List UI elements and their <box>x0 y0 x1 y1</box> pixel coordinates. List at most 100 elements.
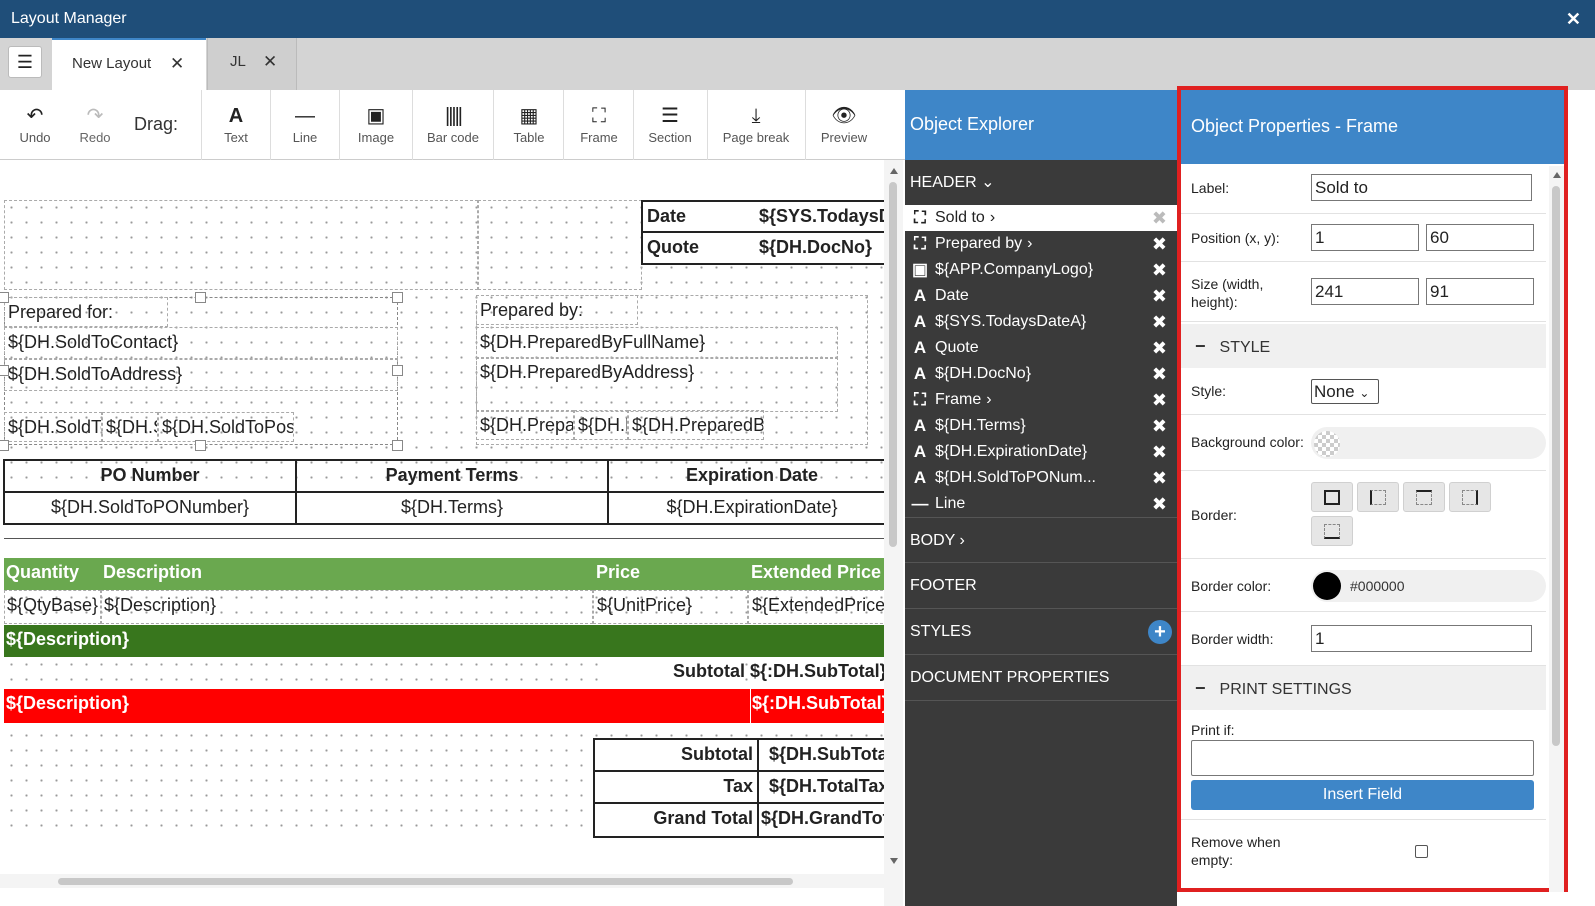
delete-icon[interactable]: ✖ <box>1152 231 1167 257</box>
explorer-item[interactable]: ▣ ${APP.CompanyLogo} ✖ <box>905 257 1177 283</box>
explorer-item[interactable]: A ${DH.ExpirationDate} ✖ <box>905 439 1177 465</box>
sum-subtotal-label[interactable]: Subtotal <box>593 738 759 772</box>
subtotal-label[interactable]: Subtotal <box>600 657 745 689</box>
delete-icon[interactable]: ✖ <box>1152 309 1167 335</box>
explorer-item[interactable]: ⛶ Frame › ✖ <box>905 387 1177 413</box>
tab-new-layout[interactable]: New Layout ✕ <box>52 38 206 90</box>
sum-grand-value[interactable]: ${DH.GrandTotal} <box>757 802 897 838</box>
text-tool[interactable]: A Text <box>202 90 270 160</box>
sold-contact-field[interactable]: ${DH.SoldToContact} <box>4 327 398 359</box>
delete-icon[interactable]: ✖ <box>1152 257 1167 283</box>
delete-icon[interactable]: ✖ <box>1152 465 1167 491</box>
size-height-input[interactable]: 91 <box>1426 278 1534 305</box>
tab-close-icon[interactable]: ✕ <box>170 40 184 88</box>
date-label[interactable]: Date <box>641 200 757 233</box>
sum-subtotal-value[interactable]: ${DH.SubTotal} <box>757 738 897 772</box>
delete-icon[interactable]: ✖ <box>1152 387 1167 413</box>
undo-button[interactable]: ↶ Undo <box>10 90 60 160</box>
remove-when-empty-checkbox[interactable] <box>1415 845 1428 858</box>
horizontal-scroll-thumb[interactable] <box>58 878 793 885</box>
red-subtotal-value[interactable]: ${:DH.SubTotal} <box>750 689 890 723</box>
delete-icon[interactable]: ✖ <box>1152 205 1167 231</box>
explorer-item[interactable]: A ${DH.Terms} ✖ <box>905 413 1177 439</box>
prep-city-field[interactable]: ${DH.PreparedByCity} <box>476 410 574 440</box>
border-bottom-button[interactable] <box>1311 516 1353 546</box>
qty-value[interactable]: ${QtyBase} <box>4 590 101 624</box>
logo-frame[interactable] <box>4 200 478 290</box>
sold-city-field[interactable]: ${DH.SoldToCity} <box>4 412 102 442</box>
image-tool[interactable]: ▣ Image <box>340 90 412 160</box>
explorer-item[interactable]: ⛶ Prepared by › ✖ <box>905 231 1177 257</box>
position-y-input[interactable]: 60 <box>1426 224 1534 251</box>
prep-state-field[interactable]: ${DH.PreparedByState} <box>574 410 628 440</box>
quantity-header[interactable]: Quantity <box>6 558 101 590</box>
resize-handle[interactable] <box>392 292 403 303</box>
border-width-input[interactable]: 1 <box>1311 625 1532 652</box>
sold-zip-field[interactable]: ${DH.SoldToPostalCode} <box>158 412 294 442</box>
delete-icon[interactable]: ✖ <box>1152 491 1167 517</box>
border-left-button[interactable] <box>1357 482 1399 512</box>
unit-price-value[interactable]: ${UnitPrice} <box>593 590 748 624</box>
resize-handle[interactable] <box>392 365 403 376</box>
sum-tax-value[interactable]: ${DH.TotalTax} <box>757 770 897 804</box>
header-divider-line[interactable] <box>4 538 884 539</box>
add-style-icon[interactable]: + <box>1148 620 1172 644</box>
prepared-by-label[interactable]: Prepared by: <box>476 295 638 325</box>
explorer-item[interactable]: A ${SYS.TodaysDateA} ✖ <box>905 309 1177 335</box>
chevron-right-icon[interactable]: › <box>990 209 995 226</box>
label-input[interactable]: Sold to <box>1311 174 1532 201</box>
border-color-picker[interactable] <box>1311 570 1546 602</box>
tab-close-icon[interactable]: ✕ <box>263 38 277 86</box>
description-header[interactable]: Description <box>103 558 591 590</box>
explorer-item[interactable]: A Quote ✖ <box>905 335 1177 361</box>
delete-icon[interactable]: ✖ <box>1152 439 1167 465</box>
price-header[interactable]: Price <box>596 558 746 590</box>
insert-field-button[interactable]: Insert Field <box>1191 780 1534 810</box>
payment-terms-header[interactable]: Payment Terms <box>295 459 609 493</box>
design-canvas[interactable]: Date ${SYS.TodaysDateA} Quote ${DH.DocNo… <box>0 160 903 906</box>
tab-jl[interactable]: JL ✕ <box>207 38 297 90</box>
sold-state-field[interactable]: ${DH.SoldToState} <box>102 412 158 442</box>
footer-section-toggle[interactable]: FOOTER <box>905 563 1177 609</box>
line-tool[interactable]: — Line <box>271 90 339 160</box>
explorer-item[interactable]: A ${DH.SoldToPONum... ✖ <box>905 465 1177 491</box>
subtotal-value[interactable]: ${:DH.SubTotal} <box>750 657 890 689</box>
explorer-item[interactable]: A ${DH.DocNo} ✖ <box>905 361 1177 387</box>
date-value[interactable]: ${SYS.TodaysDateA} <box>755 200 895 233</box>
explorer-item[interactable]: — Line ✖ <box>905 491 1177 517</box>
delete-icon[interactable]: ✖ <box>1152 283 1167 309</box>
explorer-item[interactable]: ⛶ Sold to › ✖ <box>905 205 1177 231</box>
frame-tool[interactable]: ⛶ Frame <box>564 90 634 160</box>
barcode-tool[interactable]: ||||| Bar code <box>413 90 493 160</box>
border-all-button[interactable] <box>1311 482 1353 512</box>
scroll-down-icon[interactable] <box>890 858 898 864</box>
payment-terms-value[interactable]: ${DH.Terms} <box>295 491 609 525</box>
scroll-up-icon[interactable] <box>1553 172 1561 178</box>
style-select[interactable]: None ⌄ <box>1311 379 1379 404</box>
vertical-scroll-thumb[interactable] <box>889 182 897 547</box>
size-width-input[interactable]: 241 <box>1311 278 1419 305</box>
sold-address-field[interactable]: ${DH.SoldToAddress} <box>4 359 398 391</box>
sum-grand-label[interactable]: Grand Total <box>593 802 759 838</box>
quote-label[interactable]: Quote <box>641 231 757 265</box>
body-section-toggle[interactable]: BODY › <box>905 517 1177 563</box>
delete-icon[interactable]: ✖ <box>1152 361 1167 387</box>
prep-name-field[interactable]: ${DH.PreparedByFullName} <box>476 327 838 359</box>
extended-price-header[interactable]: Extended Price <box>751 558 885 590</box>
print-if-textarea[interactable] <box>1191 740 1534 776</box>
resize-handle[interactable] <box>0 292 9 303</box>
resize-handle[interactable] <box>0 440 9 451</box>
chevron-right-icon[interactable]: › <box>986 391 991 408</box>
border-top-button[interactable] <box>1403 482 1445 512</box>
position-x-input[interactable]: 1 <box>1311 224 1419 251</box>
explorer-item[interactable]: A Date ✖ <box>905 283 1177 309</box>
prepared-for-label[interactable]: Prepared for: <box>4 297 168 327</box>
resize-handle[interactable] <box>195 292 206 303</box>
prep-address-field[interactable]: ${DH.PreparedByAddress} <box>476 357 838 412</box>
border-right-button[interactable] <box>1449 482 1491 512</box>
extended-price-value[interactable]: ${ExtendedPrice} <box>748 590 888 624</box>
table-tool[interactable]: ▦ Table <box>494 90 564 160</box>
redo-button[interactable]: ↷ Redo <box>70 90 120 160</box>
resize-handle[interactable] <box>0 365 9 376</box>
style-section-header[interactable]: − STYLE <box>1181 324 1546 368</box>
